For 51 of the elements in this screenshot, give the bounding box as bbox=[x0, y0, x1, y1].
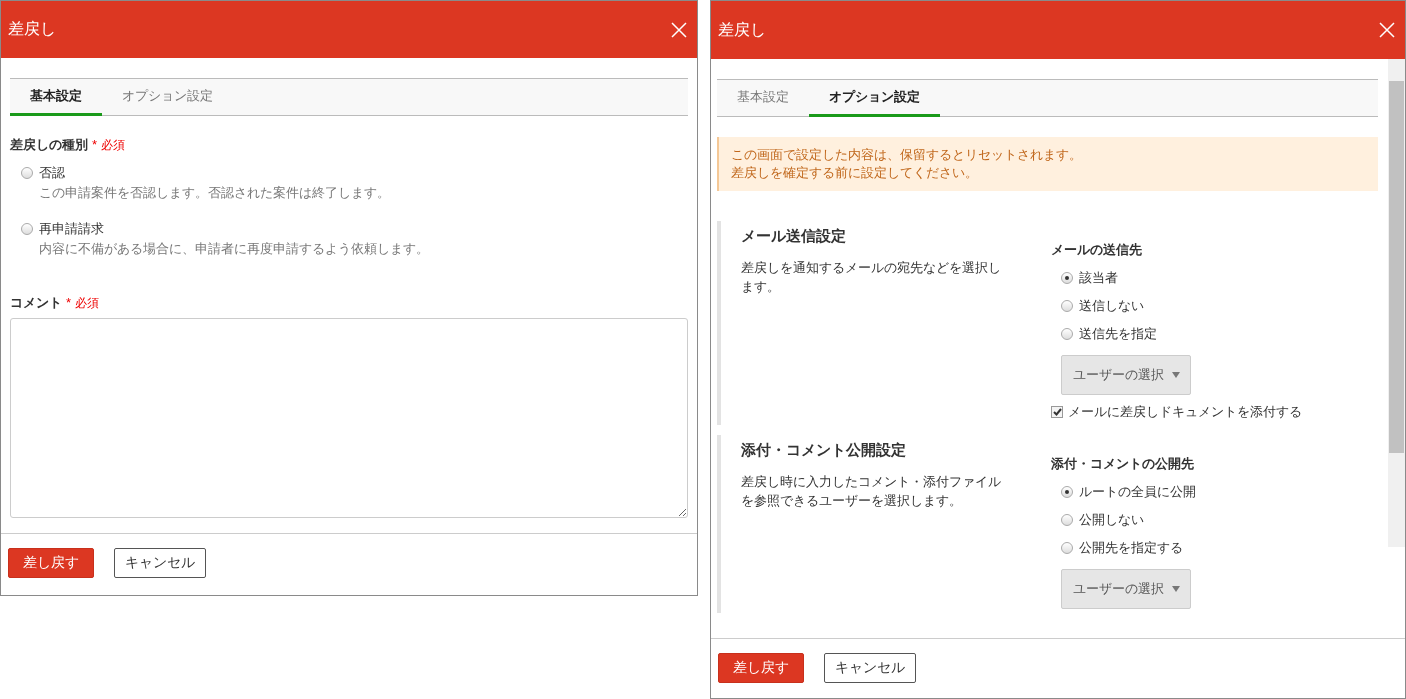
caret-icon bbox=[1171, 372, 1180, 378]
dialog-title: 差戻し bbox=[8, 19, 56, 39]
checkbox-label: メールに差戻しドキュメントを添付する bbox=[1068, 403, 1302, 421]
option-description: この申請案件を否認します。否認された案件は終了します。 bbox=[38, 185, 391, 202]
scrollbar[interactable] bbox=[1388, 59, 1405, 547]
section-title: 添付・コメント公開設定 bbox=[741, 441, 907, 460]
checkbox[interactable] bbox=[1051, 406, 1063, 418]
option-label: ルートの全員に公開 bbox=[1079, 483, 1196, 501]
field-label: メールの送信先 bbox=[1051, 241, 1143, 259]
required-label: 必須 bbox=[75, 295, 100, 312]
close-icon[interactable] bbox=[1379, 22, 1395, 38]
close-icon[interactable] bbox=[671, 21, 687, 38]
radio-button[interactable] bbox=[21, 167, 33, 179]
radio-button[interactable] bbox=[1061, 514, 1073, 526]
comment-field[interactable] bbox=[10, 318, 688, 518]
radio-button[interactable] bbox=[1061, 542, 1073, 554]
option-label: 再申請請求 bbox=[39, 220, 104, 238]
radio-button[interactable] bbox=[1061, 300, 1073, 312]
cancel-button[interactable]: キャンセル bbox=[114, 548, 206, 578]
radio-button[interactable] bbox=[1061, 328, 1073, 340]
radio-button[interactable] bbox=[21, 223, 33, 235]
dialog-title: 差戻し bbox=[718, 19, 766, 40]
cancel-button[interactable]: キャンセル bbox=[824, 653, 916, 683]
tab[interactable]: 基本設定 bbox=[10, 79, 102, 116]
tab[interactable]: 基本設定 bbox=[717, 80, 809, 117]
section-description: 差戻し時に入力したコメント・添付ファイルを参照できるユーザーを選択します。 bbox=[741, 473, 1001, 510]
caret-icon bbox=[1171, 586, 1180, 592]
option-label: 否認 bbox=[39, 164, 65, 182]
field-label: 差戻しの種別 bbox=[10, 136, 88, 154]
radio-button[interactable] bbox=[1061, 486, 1073, 498]
section-description: 差戻しを通知するメールの宛先などを選択します。 bbox=[741, 259, 1001, 296]
submit-button[interactable]: 差し戻す bbox=[8, 548, 94, 578]
submit-button[interactable]: 差し戻す bbox=[718, 653, 804, 683]
radio-button[interactable] bbox=[1061, 272, 1073, 284]
section-title: メール送信設定 bbox=[741, 227, 847, 246]
required-label: 必須 bbox=[101, 137, 126, 154]
option-description: 内容に不備がある場合に、申請者に再度申請するよう依頼します。 bbox=[38, 241, 430, 258]
field-label: 添付・コメントの公開先 bbox=[1051, 455, 1195, 473]
tab[interactable]: オプション設定 bbox=[102, 79, 233, 116]
user-select-button[interactable]: ユーザーの選択 bbox=[1061, 569, 1191, 609]
option-label: 該当者 bbox=[1079, 269, 1118, 287]
required-asterisk: * bbox=[92, 137, 98, 152]
required-asterisk: * bbox=[66, 295, 72, 310]
user-select-button[interactable]: ユーザーの選択 bbox=[1061, 355, 1191, 395]
field-label: コメント bbox=[10, 294, 62, 312]
option-label: 送信先を指定 bbox=[1079, 325, 1157, 343]
notice-message: この画面で設定した内容は、保留するとリセットされます。 差戻しを確定する前に設定してください。 bbox=[717, 137, 1378, 191]
option-label: 公開しない bbox=[1079, 511, 1144, 529]
tab[interactable]: オプション設定 bbox=[809, 80, 940, 117]
option-label: 送信しない bbox=[1079, 297, 1144, 315]
option-label: 公開先を指定する bbox=[1079, 539, 1183, 557]
